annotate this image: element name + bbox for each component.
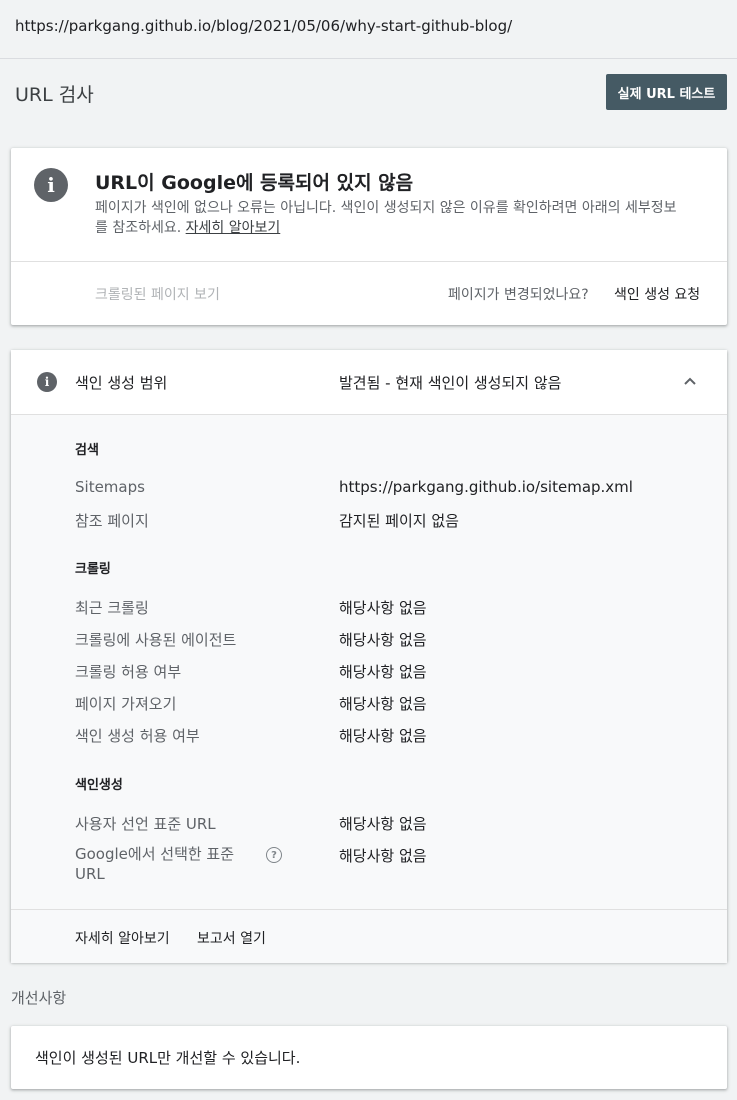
section-heading-discovery: 검색 xyxy=(75,443,99,458)
detail-value: 해당사항 없음 xyxy=(339,599,427,617)
coverage-card: i 색인 생성 범위 발견됨 - 현재 색인이 생성되지 않음 검색 Sitem… xyxy=(11,350,727,963)
view-crawled-page-link[interactable]: 크롤링된 페이지 보기 xyxy=(95,284,220,304)
detail-value: 해당사항 없음 xyxy=(339,663,427,681)
detail-label: 사용자 선언 표준 URL xyxy=(75,815,216,833)
detail-label: 크롤링에 사용된 에이전트 xyxy=(75,631,237,649)
detail-value: 해당사항 없음 xyxy=(339,695,427,713)
detail-label: 최근 크롤링 xyxy=(75,599,149,617)
divider xyxy=(11,261,727,262)
url-bar: https://parkgang.github.io/blog/2021/05/… xyxy=(0,0,737,59)
inspected-url[interactable]: https://parkgang.github.io/blog/2021/05/… xyxy=(15,17,512,35)
coverage-label: 색인 생성 범위 xyxy=(75,374,168,392)
sitemap-link[interactable]: https://parkgang.github.io/sitemap.xml xyxy=(339,478,633,496)
detail-label: 크롤링 허용 여부 xyxy=(75,663,182,681)
status-description: 페이지가 색인에 없으나 오류는 아닙니다. 색인이 생성되지 않은 이유를 확… xyxy=(95,198,685,238)
detail-value: 해당사항 없음 xyxy=(339,847,427,865)
detail-value: 해당사항 없음 xyxy=(339,631,427,649)
status-card: i URL이 Google에 등록되어 있지 않음 페이지가 색인에 없으나 오… xyxy=(11,148,727,325)
enhancements-message: 색인이 생성된 URL만 개선할 수 있습니다. xyxy=(35,1049,301,1067)
section-heading-crawl: 크롤링 xyxy=(75,562,111,577)
chevron-up-icon[interactable] xyxy=(683,374,697,388)
info-icon: i xyxy=(34,168,68,202)
detail-value: 해당사항 없음 xyxy=(339,727,427,745)
learn-more-link[interactable]: 자세히 알아보기 xyxy=(186,220,281,236)
coverage-footer: 자세히 알아보기 보고서 열기 xyxy=(11,909,727,963)
page-title: URL 검사 xyxy=(15,84,94,106)
status-description-text: 페이지가 색인에 없으나 오류는 아닙니다. 색인이 생성되지 않은 이유를 확… xyxy=(95,200,677,236)
info-icon: i xyxy=(37,372,57,392)
detail-value: 해당사항 없음 xyxy=(339,815,427,833)
coverage-status: 발견됨 - 현재 색인이 생성되지 않음 xyxy=(339,374,562,392)
help-icon[interactable]: ? xyxy=(266,847,282,863)
open-report-button[interactable]: 보고서 열기 xyxy=(197,928,266,948)
detail-label: 색인 생성 허용 여부 xyxy=(75,727,200,745)
detail-label: 페이지 가져오기 xyxy=(75,695,177,713)
detail-value: 감지된 페이지 없음 xyxy=(339,512,459,530)
coverage-details: 검색 Sitemaps https://parkgang.github.io/s… xyxy=(11,415,727,909)
detail-label: Sitemaps xyxy=(75,478,145,496)
request-indexing-button[interactable]: 색인 생성 요청 xyxy=(614,284,700,304)
status-title: URL이 Google에 등록되어 있지 않음 xyxy=(95,172,414,194)
page-changed-question: 페이지가 변경되었나요? xyxy=(448,287,589,303)
learn-more-button[interactable]: 자세히 알아보기 xyxy=(75,928,170,948)
detail-label: Google에서 선택한 표준 URL xyxy=(75,845,235,883)
section-heading-indexing: 색인생성 xyxy=(75,778,123,793)
enhancements-heading: 개선사항 xyxy=(11,989,67,1007)
detail-label: 참조 페이지 xyxy=(75,512,149,530)
enhancements-card: 색인이 생성된 URL만 개선할 수 있습니다. xyxy=(11,1026,727,1089)
live-url-test-button[interactable]: 실제 URL 테스트 xyxy=(606,74,727,110)
coverage-header[interactable]: i 색인 생성 범위 발견됨 - 현재 색인이 생성되지 않음 xyxy=(11,350,727,415)
